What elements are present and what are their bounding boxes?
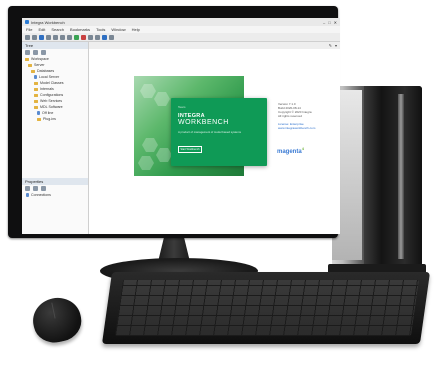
minimize-button[interactable]: – <box>323 20 325 25</box>
properties-panel-header: Properties <box>22 178 88 185</box>
menu-tools[interactable]: Tools <box>96 27 105 32</box>
splash-brand-line2: WORKBENCH <box>178 119 229 126</box>
tree-item-label: Web Services <box>40 99 63 103</box>
start-workbench-button[interactable]: Start Workbench <box>178 146 202 153</box>
pin-icon[interactable]: ✎ <box>329 43 332 48</box>
print-icon[interactable] <box>46 34 51 40</box>
company-logo: magenta4 <box>277 146 304 155</box>
folder-icon <box>28 63 32 67</box>
tree-item-label: Configurations <box>40 93 64 97</box>
copy-icon[interactable] <box>60 34 65 40</box>
collapse-icon[interactable] <box>41 50 46 55</box>
menu-bar: File Edit Search Bookmarks Tools Window … <box>22 26 340 33</box>
database-icon <box>34 75 37 79</box>
properties-panel: Properties <box>22 178 88 192</box>
menu-file[interactable]: File <box>26 27 32 32</box>
product-info: Version 7.1.0 Build 2020-08-14 Copyright… <box>278 102 328 130</box>
tree-item-label: Local Server <box>39 75 60 79</box>
tree: Workspace Server Databases Local Server … <box>22 56 88 122</box>
menu-edit[interactable]: Edit <box>38 27 45 32</box>
splash-small-text: Team <box>178 105 186 109</box>
paste-icon[interactable] <box>67 34 72 40</box>
folder-icon <box>34 99 38 103</box>
monitor: Integra Workbench – □ ✕ File Edit Search… <box>8 6 340 238</box>
run-icon[interactable] <box>74 34 79 40</box>
editor-toolbar: ✎ ▾ <box>89 42 340 49</box>
tree-panel-title: Tree <box>25 43 34 48</box>
close-button[interactable]: ✕ <box>334 20 337 25</box>
tree-item-label: Server <box>34 63 45 67</box>
window-title: Integra Workbench <box>31 19 65 25</box>
tree-item-label: Off line <box>42 111 54 115</box>
folder-icon <box>37 117 41 121</box>
properties-item[interactable]: Connections <box>26 192 92 198</box>
hexagon-shape <box>156 148 172 162</box>
filter-icon[interactable] <box>33 50 38 55</box>
cut-icon[interactable] <box>53 34 58 40</box>
tree-item-label: Workspace <box>31 57 49 61</box>
hexagon-shape <box>138 156 154 170</box>
database-icon <box>37 111 40 115</box>
properties-body: Connections <box>22 192 92 198</box>
tree-toolbar <box>22 49 88 56</box>
hexagon-shape <box>142 138 158 152</box>
pc-tower <box>328 86 426 274</box>
menu-search[interactable]: Search <box>51 27 64 32</box>
save-icon[interactable] <box>39 34 44 40</box>
mouse <box>28 293 86 347</box>
window-controls: – □ ✕ <box>323 20 340 25</box>
refresh-icon[interactable] <box>25 50 30 55</box>
edit-icon[interactable] <box>41 186 46 191</box>
forward-icon[interactable] <box>95 34 100 40</box>
hexagon-shape <box>140 84 156 98</box>
menu-bookmarks[interactable]: Bookmarks <box>70 27 90 32</box>
tower-front-panel <box>364 86 422 266</box>
splash-card: Team INTEGRA WORKBENCH A product of mana… <box>171 98 267 166</box>
folder-icon <box>25 57 29 61</box>
properties-panel-title: Properties <box>25 179 44 184</box>
folder-icon <box>31 69 35 73</box>
connection-icon <box>26 193 29 197</box>
delete-icon[interactable] <box>33 186 38 191</box>
folder-icon <box>34 81 38 85</box>
add-icon[interactable] <box>25 186 30 191</box>
hexagon-shape <box>154 92 170 106</box>
properties-toolbar <box>22 185 88 192</box>
stop-icon[interactable] <box>81 34 86 40</box>
open-icon[interactable] <box>32 34 37 40</box>
window-titlebar: Integra Workbench – □ ✕ <box>22 18 340 26</box>
logo-superscript: 4 <box>301 146 304 151</box>
menu-help[interactable]: Help <box>132 27 140 32</box>
editor-area: ✎ ▾ Team INTEGRA WORKBENCH A product of … <box>89 42 340 234</box>
view-menu-icon[interactable]: ▾ <box>335 43 337 48</box>
keyboard-keys <box>115 280 419 336</box>
tree-panel-header: Tree <box>22 42 88 49</box>
screen: Integra Workbench – □ ✕ File Edit Search… <box>22 18 340 234</box>
folder-icon <box>34 93 38 97</box>
info-link[interactable]: www.integraworkbench.com <box>278 126 328 130</box>
tree-item[interactable]: Plug-ins <box>25 116 88 122</box>
folder-icon <box>34 87 38 91</box>
keyboard <box>101 272 431 344</box>
folder-icon <box>34 105 38 109</box>
tree-item-label: Plug-ins <box>43 117 56 121</box>
splash-tagline: A product of management of model based s… <box>178 130 241 134</box>
search-icon[interactable] <box>102 34 107 40</box>
menu-window[interactable]: Window <box>111 27 125 32</box>
maximize-button[interactable]: □ <box>328 20 330 25</box>
properties-item-label: Connections <box>31 193 51 197</box>
tree-item-label: MDL Software <box>40 105 63 109</box>
new-icon[interactable] <box>25 34 30 40</box>
tree-item-label: Databases <box>37 69 55 73</box>
left-pane: Tree Workspace Server Databases Local Se… <box>22 42 89 234</box>
toolbar <box>22 33 340 42</box>
back-icon[interactable] <box>88 34 93 40</box>
app-icon <box>25 20 29 24</box>
settings-icon[interactable] <box>109 34 114 40</box>
tower-accent-stripe <box>398 94 404 259</box>
logo-text: magenta <box>277 149 302 155</box>
tree-item-label: Internals <box>40 87 54 91</box>
tree-item-label: Model Classes <box>40 81 64 85</box>
workarea: Tree Workspace Server Databases Local Se… <box>22 42 340 234</box>
